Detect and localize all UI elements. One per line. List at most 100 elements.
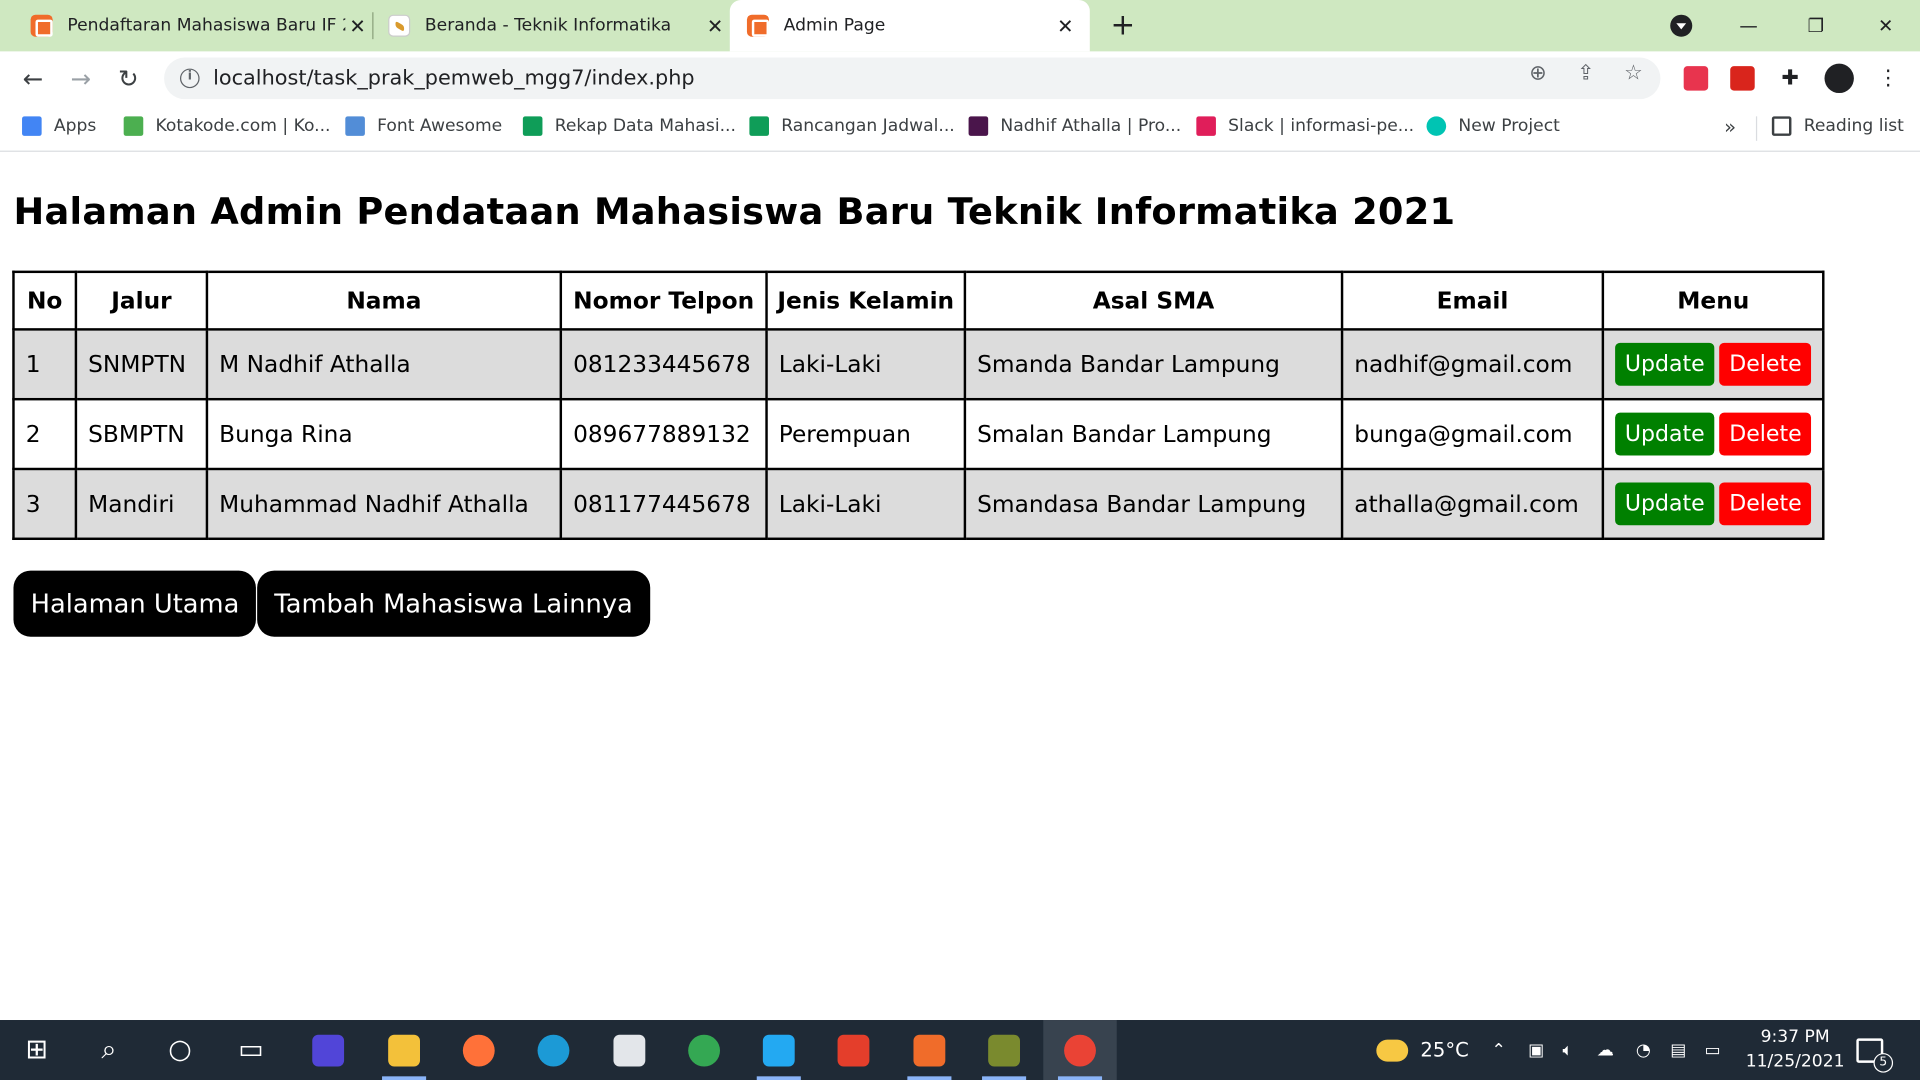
cell-email: nadhif@gmail.com [1340,328,1605,401]
reading-list-button[interactable]: Reading list [1771,116,1904,136]
screen: Pendaftaran Mahasiswa Baru IF 2 ✕ Berand… [0,0,1920,1080]
bookmark-font-awesome[interactable]: Font Awesome [345,116,502,136]
display-icon[interactable]: ▤ [1670,1020,1686,1080]
close-icon[interactable]: ✕ [703,13,727,37]
page-content: Halaman Admin Pendataan Mahasiswa Baru T… [0,153,1920,1021]
tray-chevron-icon[interactable]: ⌃ [1491,1020,1505,1080]
bookmark-apps[interactable]: Apps [22,116,96,136]
restore-icon[interactable]: ❐ [1789,0,1843,51]
project-icon [1426,116,1447,136]
tambah-mahasiswa-button[interactable]: Tambah Mahasiswa Lainnya [257,570,650,637]
cell-jalur: SNMPTN [74,328,209,401]
vscode-icon[interactable] [742,1020,815,1080]
extensions-puzzle-icon[interactable]: ✚ [1778,66,1802,90]
task-view-icon[interactable]: ▭ [214,1020,287,1080]
xampp-icon [746,14,769,37]
new-tab-button[interactable]: + [1107,10,1139,42]
windows-start-icon[interactable]: ⊞ [0,1020,73,1080]
update-button[interactable]: Update [1615,412,1715,456]
delete-button[interactable]: Delete [1719,482,1812,526]
meet-now-icon[interactable]: ▣ [1528,1020,1544,1080]
xampp-icon[interactable] [893,1020,966,1080]
bookmark-label: Slack | informasi-pe... [1228,116,1415,136]
paint-app-icon[interactable] [593,1020,666,1080]
wifi-icon[interactable]: ◔ [1636,1020,1651,1080]
chrome-icon[interactable] [667,1020,740,1080]
back-icon[interactable]: ← [16,61,50,95]
cell-jenis-kelamin: Perempuan [765,397,967,471]
bookmarks-more-button[interactable]: » [1724,115,1736,138]
tab-beranda[interactable]: Beranda - Teknik Informatika ✕ [375,0,728,51]
tab-search-icon[interactable] [1670,14,1693,37]
browser-tab-strip: Pendaftaran Mahasiswa Baru IF 2 ✕ Berand… [0,0,1920,52]
mockup-app-icon[interactable] [291,1020,364,1080]
column-header: Nama [205,270,563,331]
bookmark-nadhif-athalla[interactable]: Nadhif Athalla | Pro... [968,116,1181,136]
minimize-icon[interactable]: — [1722,0,1776,51]
slack-icon [1196,116,1216,136]
share-icon[interactable]: ⇪ [1573,61,1597,85]
sheets-icon [522,116,543,136]
forward-icon[interactable]: → [64,61,98,95]
cell-menu: Update Delete [1601,328,1825,401]
tab-admin-page[interactable]: Admin Page ✕ [729,0,1090,52]
table-row: 2 SBMPTN Bunga Rina 089677889132 Perempu… [12,397,1825,471]
column-header: Menu [1601,270,1825,331]
window-close-icon[interactable]: ✕ [1859,0,1913,51]
onedrive-icon[interactable]: ☁ [1597,1020,1614,1080]
file-explorer-icon[interactable] [367,1020,440,1080]
bookmarks-divider [1755,116,1758,141]
address-bar[interactable]: i localhost/task_prak_pemweb_mgg7/index.… [164,57,1661,100]
delete-button[interactable]: Delete [1719,412,1812,456]
site-info-icon[interactable]: i [180,68,200,89]
xampp-icon [30,14,53,37]
url-text: localhost/task_prak_pemweb_mgg7/index.ph… [213,66,695,91]
kotakode-icon [123,116,144,136]
profile-avatar-icon[interactable] [1824,63,1854,94]
halaman-utama-button[interactable]: Halaman Utama [13,570,257,637]
mendeley-extension-icon[interactable] [1683,66,1709,91]
windows-taskbar: ⊞ ⌕ ○ ▭ 25°C ⌃ ▣ 🔈︎ ☁ ◔ ▤ ▭ 9:37 PM 11/2… [0,1020,1920,1080]
bookmark-label: Kotakode.com | Ko... [155,116,331,136]
column-header: Email [1340,270,1605,331]
close-icon[interactable]: ✕ [1053,13,1077,37]
chrome-profile-icon[interactable] [1043,1020,1117,1080]
cell-asal-sma: Smanda Bandar Lampung [963,328,1344,401]
notification-center-icon[interactable]: 5 [1856,1020,1894,1080]
volume-icon[interactable]: 🔈︎ [1562,1020,1572,1080]
battery-icon[interactable]: ▭ [1705,1020,1721,1080]
delete-button[interactable]: Delete [1719,342,1812,386]
bookmark-kotakode[interactable]: Kotakode.com | Ko... [123,116,331,136]
close-icon[interactable]: ✕ [345,13,369,37]
terminal-app-icon[interactable] [967,1020,1040,1080]
bookmark-star-icon[interactable]: ☆ [1621,61,1645,85]
system-clock[interactable]: 9:37 PM 11/25/2021 [1734,1025,1856,1074]
bookmark-rancangan-jadwal[interactable]: Rancangan Jadwal... [749,116,955,136]
cell-no: 3 [12,467,78,541]
firefox-icon[interactable] [442,1020,515,1080]
menu-kebab-icon[interactable]: ⋮ [1876,66,1900,90]
tab-title: Beranda - Teknik Informatika [424,15,672,36]
zoom-icon[interactable]: ⊕ [1526,61,1550,85]
table-row: 3 Mandiri Muhammad Nadhif Athalla 081177… [12,467,1825,541]
cell-menu: Update Delete [1601,467,1825,541]
tab-pendaftaran[interactable]: Pendaftaran Mahasiswa Baru IF 2 ✕ [17,0,370,51]
column-header: Jenis Kelamin [765,270,967,331]
cortana-icon[interactable]: ○ [143,1020,216,1080]
reload-icon[interactable]: ↻ [111,61,145,95]
page-title: Halaman Admin Pendataan Mahasiswa Baru T… [13,191,1456,234]
update-button[interactable]: Update [1615,482,1715,526]
office-icon[interactable] [817,1020,890,1080]
bookmarks-bar: Apps Kotakode.com | Ko... Font Awesome R… [0,105,1920,152]
edge-icon[interactable] [517,1020,590,1080]
notification-count: 5 [1873,1052,1894,1073]
bookmark-rekap-data[interactable]: Rekap Data Mahasi... [522,116,736,136]
bookmark-new-project[interactable]: New Project [1426,116,1560,136]
cell-telp: 089677889132 [559,397,768,471]
update-button[interactable]: Update [1615,342,1715,386]
weather-widget[interactable]: 25°C [1376,1020,1469,1080]
search-icon[interactable]: ⌕ [72,1020,145,1080]
pdf-extension-icon[interactable] [1730,66,1755,91]
cell-jenis-kelamin: Laki-Laki [765,467,967,541]
bookmark-slack[interactable]: Slack | informasi-pe... [1196,116,1414,136]
